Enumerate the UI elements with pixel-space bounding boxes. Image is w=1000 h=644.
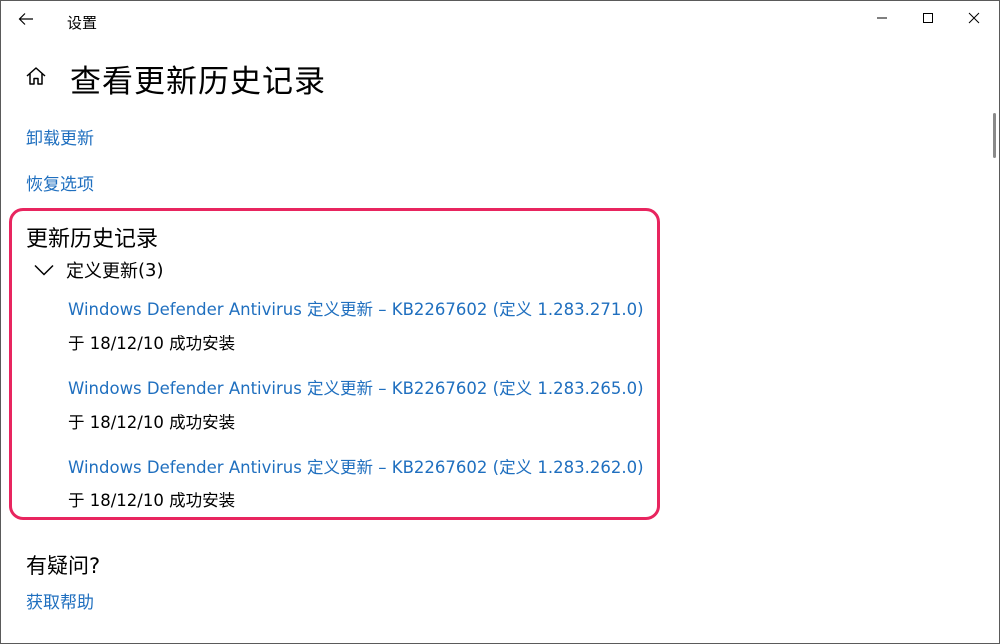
- settings-window: 设置 查看更新历史记录 卸载更新 恢复选项 更新历史记录 定义更新 (3) Win…: [0, 0, 1000, 644]
- title-bar: 设置: [1, 1, 999, 39]
- page-title: 查看更新历史记录: [70, 64, 326, 100]
- uninstall-updates-link[interactable]: 卸载更新: [26, 124, 94, 149]
- close-button[interactable]: [951, 1, 997, 35]
- update-entry-link[interactable]: Windows Defender Antivirus 定义更新 – KB2267…: [68, 296, 644, 320]
- back-button[interactable]: [9, 5, 43, 33]
- update-entry-link[interactable]: Windows Defender Antivirus 定义更新 – KB2267…: [68, 375, 644, 399]
- update-entry-status: 于 18/12/10 成功安装: [68, 334, 236, 353]
- group-count: (3): [138, 259, 164, 281]
- get-help-link[interactable]: 获取帮助: [26, 588, 94, 613]
- scrollbar[interactable]: [993, 113, 996, 158]
- chevron-down-icon: [34, 264, 54, 276]
- update-entry-link[interactable]: Windows Defender Antivirus 定义更新 – KB2267…: [68, 454, 644, 478]
- maximize-icon: [923, 13, 933, 23]
- minimize-icon: [877, 17, 887, 19]
- home-icon[interactable]: [25, 65, 47, 87]
- definition-updates-group[interactable]: 定义更新 (3): [34, 257, 164, 283]
- group-label: 定义更新: [66, 261, 138, 282]
- update-entry-status: 于 18/12/10 成功安装: [68, 491, 236, 510]
- question-heading: 有疑问?: [26, 554, 101, 578]
- history-heading: 更新历史记录: [26, 227, 159, 252]
- recovery-options-link[interactable]: 恢复选项: [26, 170, 94, 195]
- minimize-button[interactable]: [859, 1, 905, 35]
- close-icon: [968, 12, 980, 24]
- update-entry-status: 于 18/12/10 成功安装: [68, 413, 236, 432]
- maximize-button[interactable]: [905, 1, 951, 35]
- back-arrow-icon: [18, 13, 33, 25]
- window-title: 设置: [67, 14, 98, 32]
